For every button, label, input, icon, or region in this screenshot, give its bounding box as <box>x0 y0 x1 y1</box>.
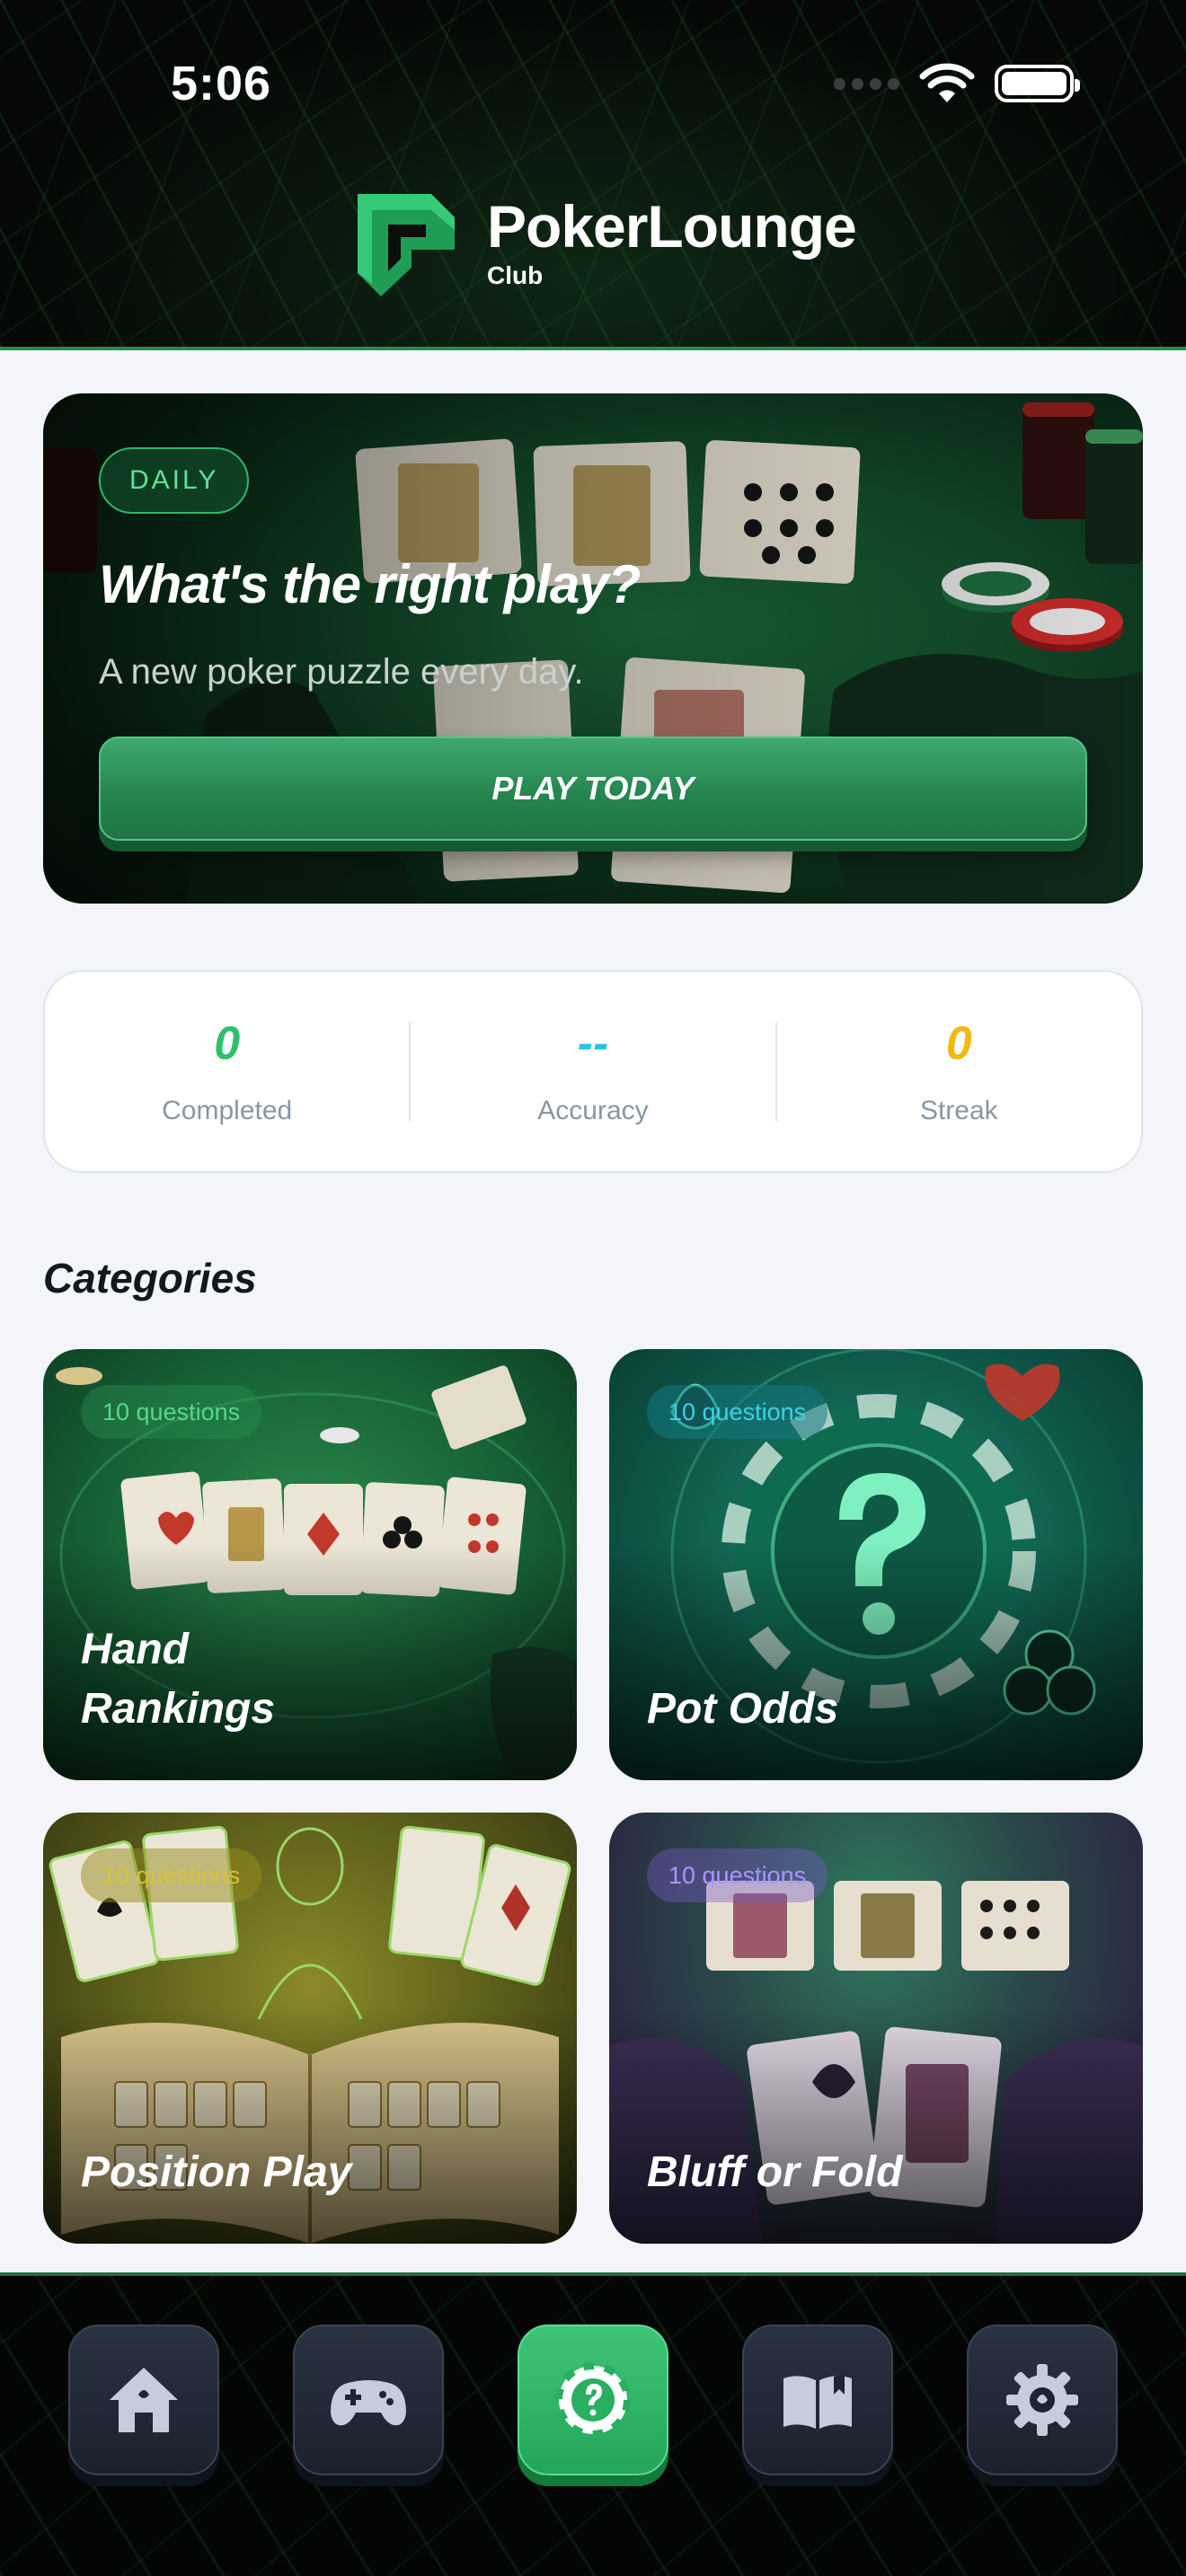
status-bar: 5:06 <box>0 0 1186 171</box>
category-card-hand-rankings[interactable]: 10 questions Hand Rankings <box>43 1349 577 1780</box>
home-icon <box>110 2368 178 2432</box>
signal-dots-icon <box>834 77 899 90</box>
question-count-badge: 10 questions <box>647 1848 828 1902</box>
daily-puzzle-card[interactable]: DAILY What's the right play? A new poker… <box>43 393 1143 904</box>
brand-subtitle: Club <box>487 261 544 289</box>
stat-completed: 0 Completed <box>45 1017 409 1126</box>
question-count-badge: 10 questions <box>81 1385 262 1439</box>
category-name: Hand Rankings <box>81 1625 276 1733</box>
brand-name: PokerLounge <box>487 193 857 260</box>
brand: PokerLounge Club <box>345 185 857 302</box>
pokerlounge-logo-icon <box>358 194 455 296</box>
stat-label: Streak <box>919 1096 998 1125</box>
daily-title: What's the right play? <box>99 554 641 614</box>
category-card-position-play[interactable]: 10 questions Position Play <box>43 1813 577 2244</box>
stat-value: 0 <box>945 1018 972 1070</box>
stat-value: -- <box>577 1018 609 1070</box>
category-name: Pot Odds <box>647 1684 839 1733</box>
stat-label: Completed <box>162 1096 293 1125</box>
book-icon <box>783 2375 852 2429</box>
status-icons <box>834 63 1080 104</box>
gamepad-icon <box>331 2380 406 2426</box>
category-name: Bluff or Fold <box>647 2148 903 2196</box>
status-time: 5:06 <box>171 57 272 110</box>
categories-heading: Categories <box>43 1255 257 1301</box>
battery-icon <box>995 65 1080 102</box>
category-card-bluff-or-fold[interactable]: 10 questions Bluff or Fold <box>609 1813 1143 2244</box>
daily-badge: DAILY <box>99 447 250 514</box>
stat-label: Accuracy <box>537 1096 649 1125</box>
nav-games-button[interactable] <box>293 2325 444 2475</box>
daily-subtitle: A new poker puzzle every day. <box>99 652 584 692</box>
stats-panel: 0 Completed -- Accuracy 0 Streak <box>43 970 1143 1173</box>
stat-value: 0 <box>214 1018 241 1070</box>
wifi-icon <box>919 63 975 102</box>
question-count-badge: 10 questions <box>647 1385 828 1439</box>
chip-question-icon <box>555 2362 631 2438</box>
play-today-button[interactable]: PLAY TODAY <box>99 737 1087 841</box>
question-count-badge: 10 questions <box>81 1848 262 1902</box>
nav-quiz-button[interactable] <box>518 2325 668 2475</box>
stat-accuracy: -- Accuracy <box>411 1017 774 1126</box>
bottom-navigation <box>0 2272 1186 2576</box>
category-card-pot-odds[interactable]: 10 questions Pot Odds <box>609 1349 1143 1780</box>
nav-home-button[interactable] <box>68 2325 219 2475</box>
app-header: 5:06 PokerLounge Club <box>0 0 1186 350</box>
stat-streak: 0 Streak <box>777 1017 1141 1126</box>
category-name: Position Play <box>81 2148 352 2196</box>
nav-learn-button[interactable] <box>742 2325 893 2475</box>
nav-settings-button[interactable] <box>967 2325 1118 2475</box>
gear-icon <box>1006 2364 1078 2436</box>
